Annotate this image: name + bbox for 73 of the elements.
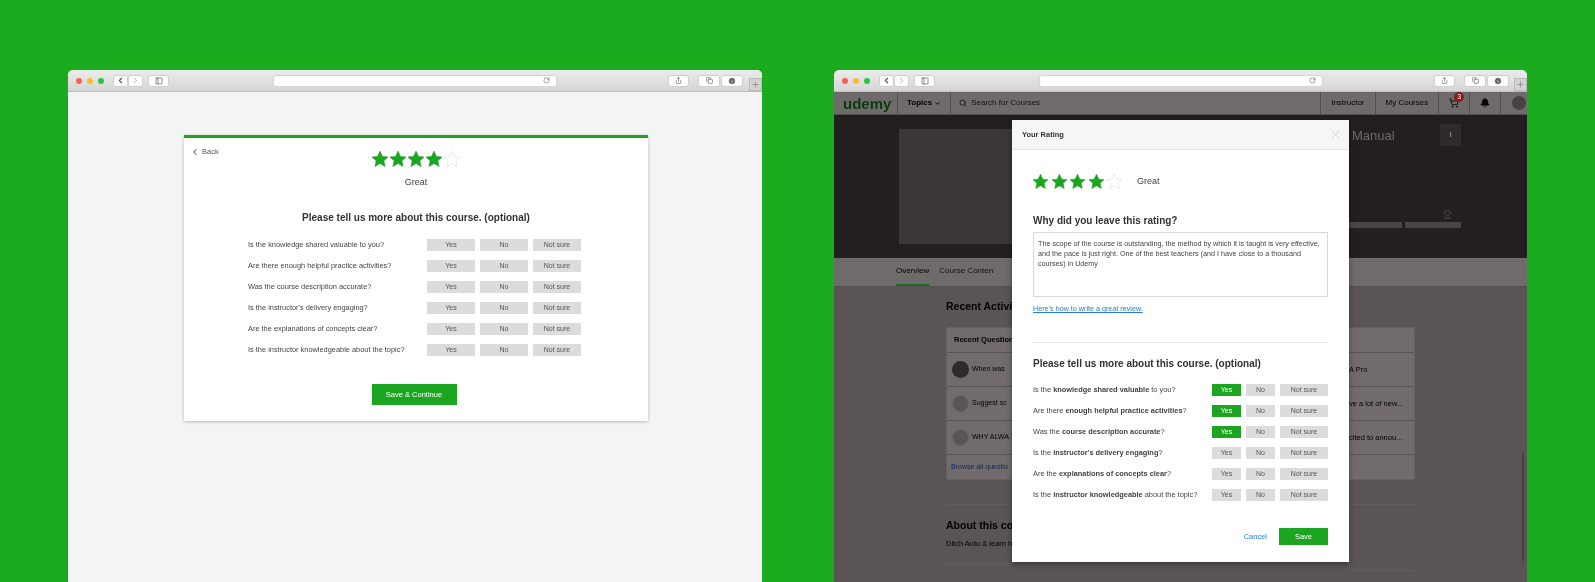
back-chevron-icon — [190, 146, 200, 157]
sidebar-button[interactable] — [914, 74, 935, 87]
course-tab[interactable]: Overview — [896, 258, 930, 286]
star-icon — [1070, 174, 1085, 189]
new-tab-button[interactable] — [1514, 78, 1527, 91]
window-close-button[interactable] — [842, 77, 848, 84]
sidebar-icon — [154, 76, 163, 85]
trophy-icon — [1443, 210, 1452, 219]
chevron-left-icon — [116, 76, 125, 85]
share-button[interactable] — [1434, 74, 1455, 87]
downloads-button[interactable] — [1487, 74, 1509, 87]
empty-star-icon — [444, 151, 460, 167]
user-avatar[interactable] — [1512, 96, 1527, 110]
photo-avatar-placeholder — [952, 361, 969, 378]
review-heading: Why did you leave this rating? — [1033, 215, 1179, 227]
survey-heading: Please tell us more about this course. (optional) — [1033, 358, 1262, 370]
star-rating[interactable] — [1033, 174, 1122, 189]
tabs-button[interactable] — [698, 74, 720, 87]
sidebar-button[interactable] — [148, 74, 169, 87]
reload-icon[interactable] — [1309, 77, 1316, 84]
back-button[interactable] — [113, 74, 128, 87]
nav-link[interactable]: My Courses — [1385, 97, 1429, 109]
close-icon[interactable] — [1328, 127, 1343, 142]
course-title: Manual — [1352, 128, 1395, 144]
nav-link[interactable]: Instructor — [1331, 97, 1365, 109]
cart-button[interactable] — [1449, 98, 1460, 108]
rating-label: Great — [404, 177, 428, 187]
plus-icon — [1516, 80, 1525, 89]
star-icon — [1051, 174, 1067, 189]
download-icon — [1494, 76, 1502, 85]
window-zoom-button[interactable] — [98, 77, 104, 84]
downloads-button[interactable] — [721, 74, 743, 87]
star-icon — [426, 151, 442, 167]
window-minimize-button[interactable] — [87, 77, 93, 84]
reload-icon[interactable] — [543, 77, 550, 84]
caret-icon — [934, 99, 942, 107]
window-minimize-button[interactable] — [853, 77, 859, 84]
notifications-icon[interactable] — [1480, 98, 1491, 108]
star-icon — [372, 151, 388, 167]
share-icon — [1441, 77, 1448, 84]
new-tab-button[interactable] — [749, 78, 762, 91]
address-bar[interactable] — [273, 74, 557, 87]
chevron-left-icon — [882, 76, 891, 85]
survey-heading: Please tell us more about this course. (optional) — [301, 212, 531, 224]
star-icon — [1088, 174, 1104, 189]
star-icon — [390, 151, 406, 167]
course-tab[interactable]: Course Conten — [939, 258, 994, 286]
search-field[interactable]: Search for Courses — [971, 97, 1041, 109]
banner-strip — [1405, 222, 1461, 228]
info-button[interactable]: i — [1440, 124, 1461, 146]
download-icon — [728, 76, 736, 85]
share-icon — [675, 77, 682, 84]
banner-strip — [1349, 222, 1402, 228]
topics-menu[interactable]: Topics — [907, 97, 933, 109]
window-zoom-button[interactable] — [864, 77, 870, 84]
chevron-right-icon — [897, 76, 906, 85]
tabs-icon — [1471, 77, 1479, 84]
section-title: Recent Activi — [946, 299, 1012, 313]
rating-label: Great — [1137, 174, 1160, 188]
cart-icon — [1449, 98, 1460, 108]
star-icon — [1033, 174, 1048, 189]
share-button[interactable] — [668, 74, 689, 87]
search-icon — [959, 99, 968, 107]
window-close-button[interactable] — [76, 77, 82, 84]
tabs-button[interactable] — [1464, 74, 1486, 87]
back-button[interactable] — [879, 74, 894, 87]
sidebar-icon — [920, 76, 929, 85]
star-rating[interactable] — [372, 151, 460, 167]
tabs-icon — [705, 77, 713, 84]
plus-icon — [751, 80, 760, 89]
chevron-right-icon — [131, 76, 140, 85]
star-icon — [408, 151, 424, 167]
address-bar[interactable] — [1039, 74, 1323, 87]
